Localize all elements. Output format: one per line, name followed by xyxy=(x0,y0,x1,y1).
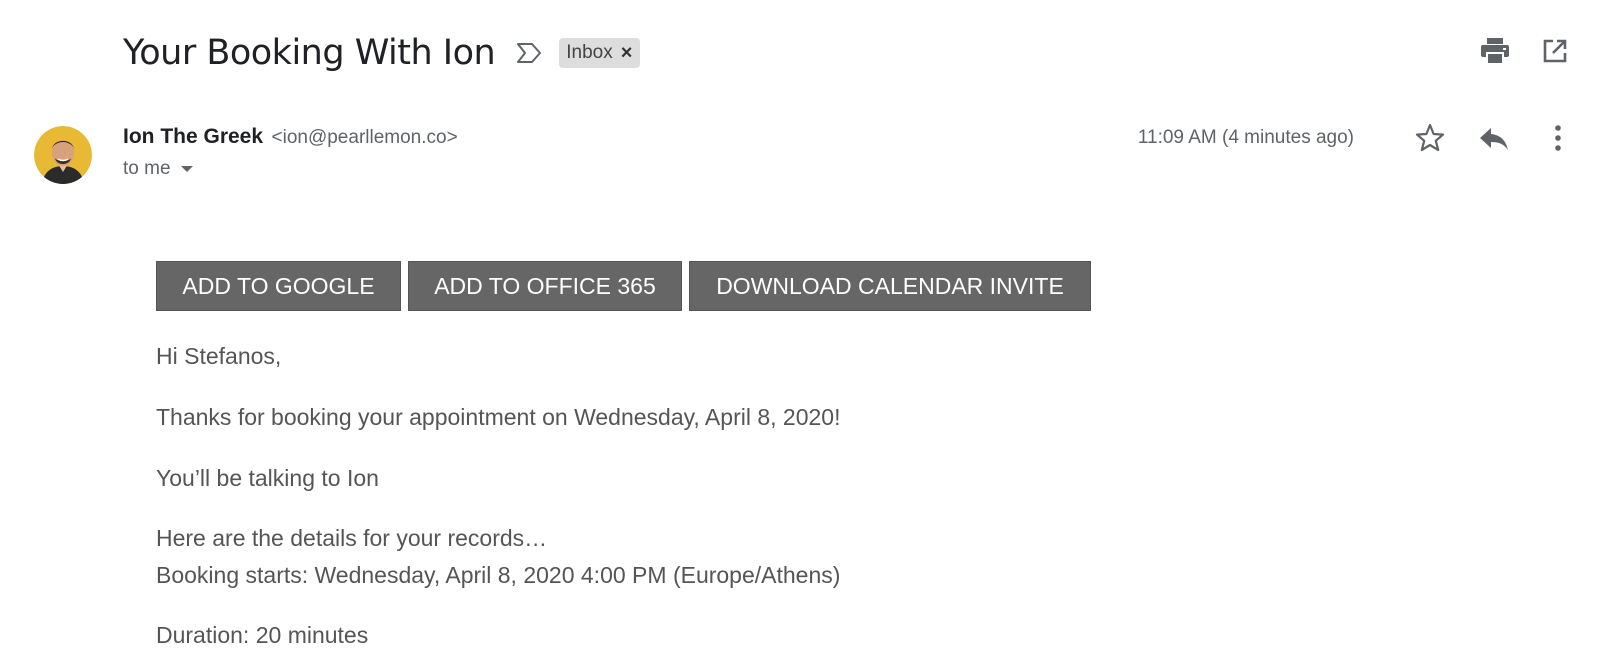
inbox-label-chip: Inbox × xyxy=(559,38,641,68)
print-icon[interactable] xyxy=(1480,36,1510,66)
star-icon[interactable] xyxy=(1412,122,1448,154)
thanks-text: Thanks for booking your appointment on W… xyxy=(156,404,841,430)
message-meta: 11:09 AM (4 minutes ago) xyxy=(1138,122,1576,154)
message-timestamp: 11:09 AM (4 minutes ago) xyxy=(1137,127,1354,148)
sender-avatar[interactable] xyxy=(34,126,92,184)
reply-icon[interactable] xyxy=(1476,122,1512,154)
sender-email: <ion@pearllemon.co> xyxy=(271,127,458,148)
email-view: Your Booking With Ion Inbox × Ion The Gr… xyxy=(0,0,1600,664)
inbox-label-text: Inbox xyxy=(566,42,613,63)
open-in-new-window-icon[interactable] xyxy=(1540,36,1570,66)
greeting-text: Hi Stefanos, xyxy=(156,343,282,369)
top-actions xyxy=(1480,36,1570,66)
sender-line: Ion The Greek <ion@pearllemon.co> xyxy=(123,125,458,149)
more-vertical-icon[interactable] xyxy=(1540,122,1576,154)
booking-start-text: Booking starts: Wednesday, April 8, 2020… xyxy=(156,562,841,588)
email-subject: Your Booking With Ion xyxy=(123,33,496,73)
talking-to-text: You’ll be talking to Ion xyxy=(156,465,379,491)
remove-label-button[interactable]: × xyxy=(621,43,633,63)
recipient-details-toggle[interactable]: to me xyxy=(123,158,193,180)
calendar-actions: ADD TO GOOGLE ADD TO OFFICE 365 DOWNLOAD… xyxy=(156,261,1091,311)
add-to-office365-button[interactable]: ADD TO OFFICE 365 xyxy=(408,261,682,311)
subject-row: Your Booking With Ion Inbox × xyxy=(123,28,641,78)
recipient-label: to me xyxy=(123,158,171,179)
download-calendar-invite-button[interactable]: DOWNLOAD CALENDAR INVITE xyxy=(689,261,1091,311)
duration-text: Duration: 20 minutes xyxy=(156,622,369,648)
add-to-google-button[interactable]: ADD TO GOOGLE xyxy=(156,261,401,311)
sender-name[interactable]: Ion The Greek xyxy=(123,125,263,148)
details-intro-text: Here are the details for your records… xyxy=(156,525,548,551)
chevron-down-icon xyxy=(180,166,193,172)
label-importance-icon[interactable] xyxy=(515,41,543,65)
